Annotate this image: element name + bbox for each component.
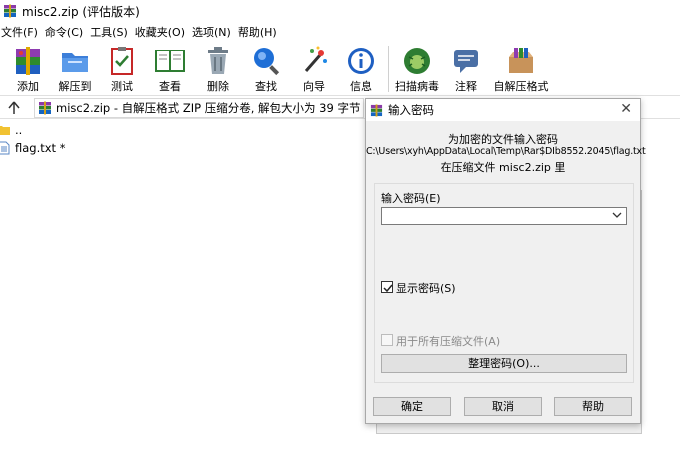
menu-options[interactable]: 选项(N) <box>191 24 235 40</box>
folder-extract-icon <box>62 53 88 72</box>
ok-button[interactable]: 确定 <box>373 397 451 416</box>
list-item-flag-txt[interactable]: flag.txt * <box>0 139 360 157</box>
extract-to-button[interactable]: 解压到 <box>50 45 100 95</box>
menu-tools[interactable]: 工具(S) <box>89 24 132 40</box>
winrar-dialog-icon <box>370 103 383 117</box>
test-button[interactable]: 测试 <box>97 45 147 95</box>
dialog-titlebar: 输入密码 ✕ <box>366 99 640 121</box>
menu-file[interactable]: 文件(F) <box>0 24 42 40</box>
text-file-icon <box>0 141 10 155</box>
magic-wand-icon <box>304 46 327 72</box>
wizard-button[interactable]: 向导 <box>289 45 339 95</box>
menu-commands[interactable]: 命令(C) <box>44 24 87 40</box>
password-input[interactable] <box>381 207 627 225</box>
password-dialog: 输入密码 ✕ 为加密的文件输入密码 C:\Users\xyh\AppData\L… <box>365 98 646 424</box>
window-titlebar: misc2.zip (评估版本) <box>0 0 680 22</box>
find-button[interactable]: 查找 <box>241 45 291 95</box>
trash-can-icon <box>208 47 228 74</box>
comment-bubble-icon <box>454 50 478 73</box>
view-button[interactable]: 查看 <box>145 45 195 95</box>
clipboard-check-icon <box>111 47 133 75</box>
address-text: misc2.zip - 自解压格式 ZIP 压缩分卷, 解包大小为 39 字节 <box>56 101 361 115</box>
bug-icon <box>404 48 430 74</box>
books-stack-icon <box>16 47 40 75</box>
chevron-down-icon <box>612 212 622 218</box>
open-book-icon <box>155 50 185 72</box>
info-icon <box>348 48 374 74</box>
magnifier-icon <box>254 48 280 76</box>
use-for-all-checkbox[interactable] <box>381 334 393 346</box>
use-for-all-label: 用于所有压缩文件(A) <box>396 335 501 348</box>
winrar-app-icon <box>4 4 16 18</box>
checkmark-icon <box>383 284 393 293</box>
dialog-message-1: 为加密的文件输入密码 <box>448 133 558 146</box>
menu-help[interactable]: 帮助(H) <box>237 24 281 40</box>
toolbar-separator <box>388 46 389 92</box>
info-button[interactable]: 信息 <box>336 45 386 95</box>
comment-button[interactable]: 注释 <box>441 45 491 95</box>
menu-bar: 文件(F) 命令(C) 工具(S) 收藏夹(O) 选项(N) 帮助(H) <box>0 22 680 42</box>
password-label: 输入密码(E) <box>381 192 441 205</box>
menu-favorites[interactable]: 收藏夹(O) <box>134 24 189 40</box>
show-password-label: 显示密码(S) <box>396 282 456 295</box>
delete-button[interactable]: 删除 <box>193 45 243 95</box>
up-arrow-icon[interactable] <box>6 100 22 116</box>
list-item-parent[interactable]: .. <box>0 121 360 139</box>
dialog-message-3: 在压缩文件 misc2.zip 里 <box>440 161 566 174</box>
cancel-button[interactable]: 取消 <box>464 397 542 416</box>
show-password-checkbox[interactable] <box>381 281 393 293</box>
folder-icon <box>0 126 10 135</box>
add-button[interactable]: 添加 <box>3 45 53 95</box>
dialog-file-path: C:\Users\xyh\AppData\Local\Temp\Rar$DIb8… <box>366 146 646 157</box>
dialog-title: 输入密码 <box>388 103 434 117</box>
address-field[interactable]: misc2.zip - 自解压格式 ZIP 压缩分卷, 解包大小为 39 字节 <box>34 98 364 118</box>
window-title: misc2.zip (评估版本) <box>22 4 140 19</box>
help-button[interactable]: 帮助 <box>554 397 632 416</box>
close-icon[interactable]: ✕ <box>620 102 632 116</box>
sfx-box-icon <box>509 48 533 73</box>
password-group: 输入密码(E) 显示密码(S) 用于所有压缩文件(A) 整理密码(O)... <box>374 183 634 383</box>
sfx-button[interactable]: 自解压格式 <box>492 45 550 95</box>
organize-passwords-button[interactable]: 整理密码(O)... <box>381 354 627 373</box>
file-list: .. flag.txt * <box>0 121 360 157</box>
toolbar: 添加 解压到 测试 查看 删除 查找 向导 信息 扫描病毒 注释 自解压格式 <box>0 42 680 96</box>
archive-icon <box>39 101 51 115</box>
virus-scan-button[interactable]: 扫描病毒 <box>392 45 442 95</box>
